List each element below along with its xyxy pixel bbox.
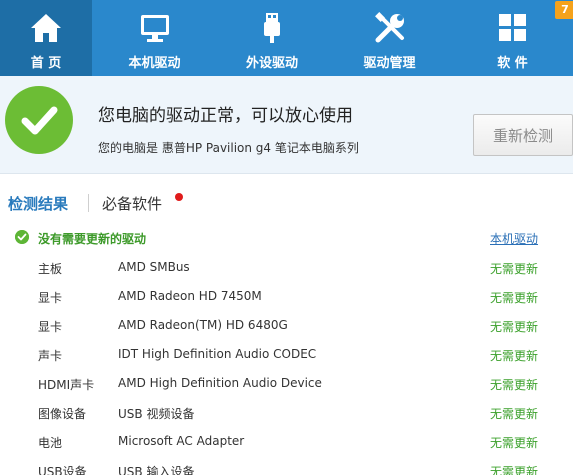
device-row: 主板 AMD SMBus 无需更新 <box>0 252 573 281</box>
monitor-icon <box>140 15 169 42</box>
software-badge: 7 <box>555 1 573 19</box>
nav-home[interactable]: 首 页 <box>0 0 92 76</box>
status-title: 您电脑的驱动正常，可以放心使用 <box>98 106 353 126</box>
nav-software[interactable]: 7 软 件 <box>452 0 573 76</box>
check-icon <box>21 106 58 135</box>
top-navigation: 首 页 本机驱动 外设驱动 驱动管理 7 软 件 <box>0 0 573 76</box>
summary-text: 没有需要更新的驱动 <box>38 232 147 246</box>
apps-grid-icon <box>498 14 526 41</box>
nav-software-label: 软 件 <box>497 56 528 71</box>
device-category: 主板 <box>38 262 63 276</box>
device-name: USB 输入设备 <box>118 465 195 475</box>
nav-home-label: 首 页 <box>30 56 62 71</box>
device-category: 显卡 <box>38 320 63 334</box>
device-category: 声卡 <box>38 349 63 363</box>
device-category: 图像设备 <box>38 407 87 421</box>
device-row: 电池 Microsoft AC Adapter 无需更新 <box>0 426 573 455</box>
result-tabs: 检测结果 必备软件 <box>0 185 573 219</box>
device-name: AMD High Definition Audio Device <box>118 376 322 390</box>
device-status: 无需更新 <box>490 465 539 475</box>
device-status: 无需更新 <box>490 320 539 334</box>
nav-local-drivers[interactable]: 本机驱动 <box>92 0 217 76</box>
usb-icon <box>264 13 280 43</box>
tab-scan-results[interactable]: 检测结果 <box>8 193 68 214</box>
tab-divider <box>88 194 89 212</box>
device-category: HDMI声卡 <box>38 378 95 392</box>
notification-dot <box>175 193 183 201</box>
device-name: IDT High Definition Audio CODEC <box>118 347 317 361</box>
device-row: 图像设备 USB 视频设备 无需更新 <box>0 397 573 426</box>
device-status: 无需更新 <box>490 407 539 421</box>
device-name: AMD Radeon HD 7450M <box>118 289 262 303</box>
home-icon <box>31 14 61 42</box>
device-name: USB 视频设备 <box>118 407 195 421</box>
device-category: USB设备 <box>38 465 87 475</box>
device-status: 无需更新 <box>490 436 539 450</box>
device-name: Microsoft AC Adapter <box>118 434 245 448</box>
local-drivers-link[interactable]: 本机驱动 <box>490 230 538 247</box>
tab-essential-software[interactable]: 必备软件 <box>102 193 162 214</box>
device-status: 无需更新 <box>490 262 539 276</box>
device-category: 电池 <box>38 436 63 450</box>
device-status: 无需更新 <box>490 349 539 363</box>
device-list: 主板 AMD SMBus 无需更新 显卡 AMD Radeon HD 7450M… <box>0 252 573 475</box>
device-name: AMD Radeon(TM) HD 6480G <box>118 318 288 332</box>
summary-row: 没有需要更新的驱动 本机驱动 <box>0 228 573 248</box>
nav-peripheral-drivers-label: 外设驱动 <box>245 56 298 71</box>
device-row: 声卡 IDT High Definition Audio CODEC 无需更新 <box>0 339 573 368</box>
computer-model: 您的电脑是 惠普HP Pavilion g4 笔记本电脑系列 <box>98 141 359 155</box>
nav-peripheral-drivers[interactable]: 外设驱动 <box>217 0 327 76</box>
device-row: HDMI声卡 AMD High Definition Audio Device … <box>0 368 573 397</box>
status-panel: 您电脑的驱动正常，可以放心使用 您的电脑是 惠普HP Pavilion g4 笔… <box>0 76 573 174</box>
tools-icon <box>374 12 404 43</box>
device-row: 显卡 AMD Radeon(TM) HD 6480G 无需更新 <box>0 310 573 339</box>
device-status: 无需更新 <box>490 291 539 305</box>
device-row: USB设备 USB 输入设备 无需更新 <box>0 455 573 475</box>
rescan-button[interactable]: 重新检测 <box>473 114 573 156</box>
nav-local-drivers-label: 本机驱动 <box>128 56 181 71</box>
device-category: 显卡 <box>38 291 63 305</box>
ok-check-icon <box>15 230 29 244</box>
nav-driver-management[interactable]: 驱动管理 <box>327 0 452 76</box>
device-row: 显卡 AMD Radeon HD 7450M 无需更新 <box>0 281 573 310</box>
nav-driver-management-label: 驱动管理 <box>363 56 416 71</box>
status-check-badge <box>5 86 73 154</box>
device-name: AMD SMBus <box>118 260 190 274</box>
device-status: 无需更新 <box>490 378 539 392</box>
